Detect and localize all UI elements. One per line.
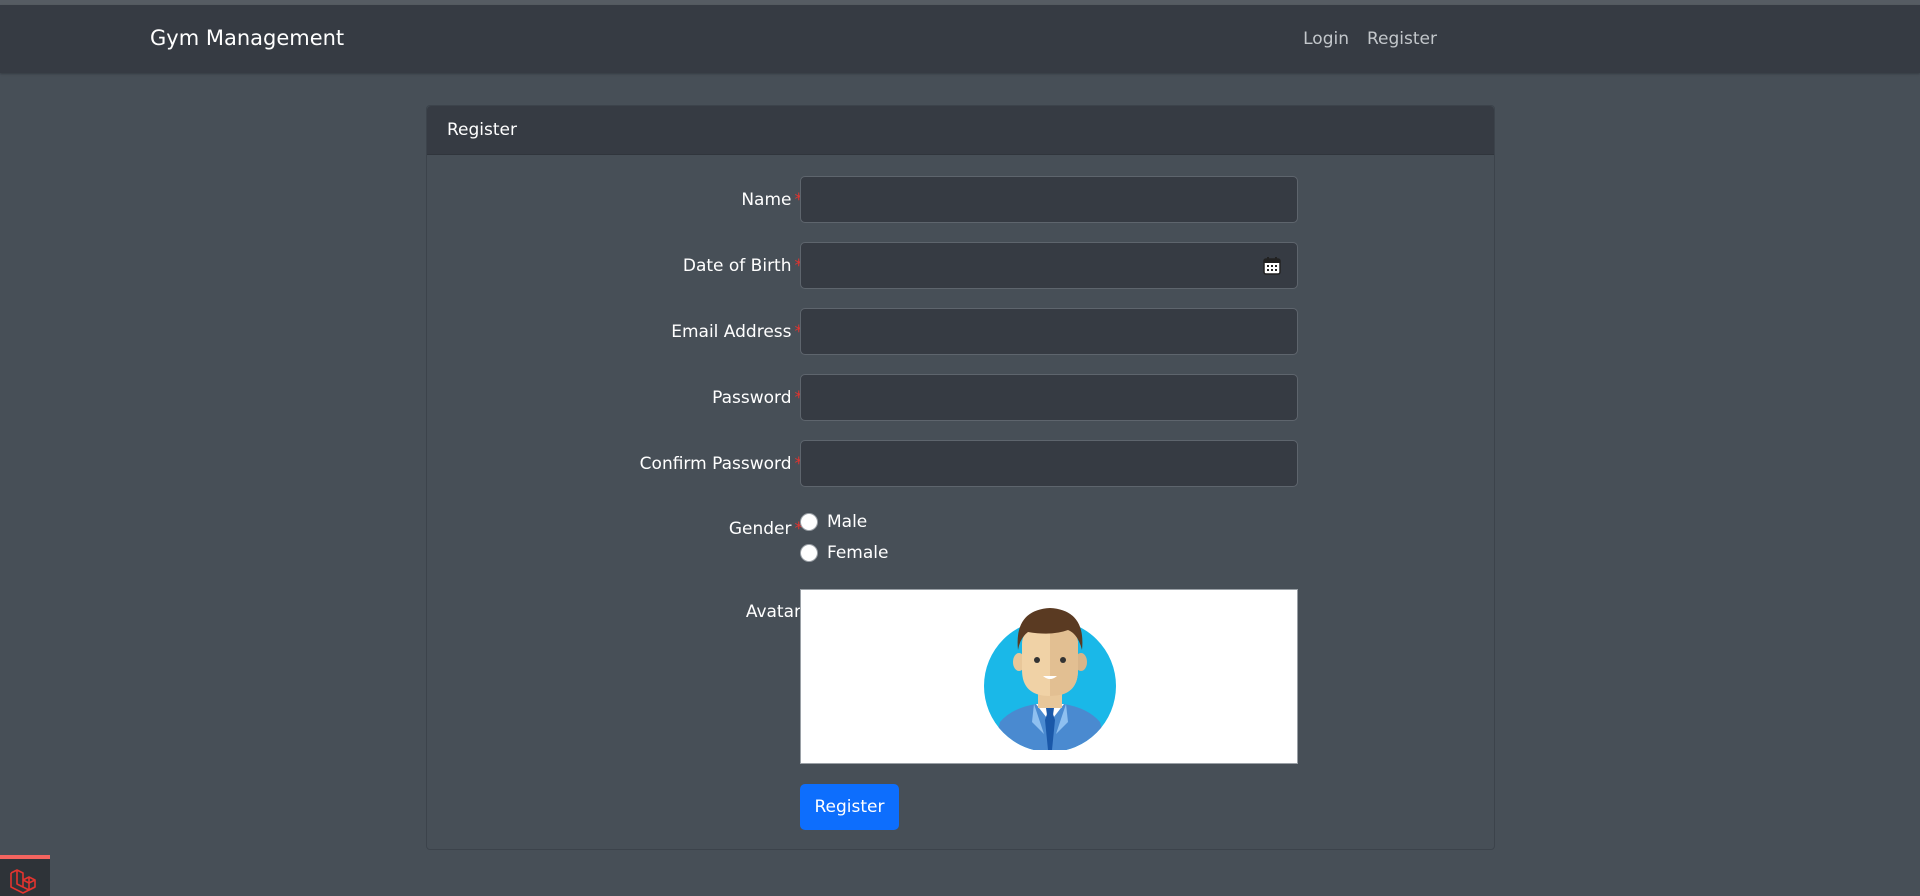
radio-male[interactable] bbox=[800, 513, 818, 531]
nav-link-register[interactable]: Register bbox=[1367, 28, 1437, 50]
radio-female-label: Female bbox=[827, 543, 889, 563]
avatar-image bbox=[984, 608, 1116, 750]
password-label: Password * bbox=[712, 388, 803, 408]
dob-label: Date of Birth * bbox=[682, 256, 803, 276]
email-label: Email Address * bbox=[671, 322, 803, 342]
laravel-logo-icon bbox=[10, 869, 36, 894]
avatar-upload[interactable] bbox=[800, 589, 1298, 764]
register-button[interactable]: Register bbox=[800, 784, 899, 830]
gender-label: Gender * bbox=[728, 519, 803, 539]
name-label: Name * bbox=[741, 190, 803, 210]
register-card: Register Name * Date of Birth * Email Addr… bbox=[426, 105, 1495, 850]
confirm-password-label: Confirm Password * bbox=[639, 454, 803, 474]
email-input[interactable] bbox=[800, 308, 1298, 355]
radio-female[interactable] bbox=[800, 544, 818, 562]
debugbar-toggle[interactable] bbox=[0, 855, 50, 896]
password-input[interactable] bbox=[800, 374, 1298, 421]
avatar-label: Avatar bbox=[745, 602, 801, 622]
confirm-password-input[interactable] bbox=[800, 440, 1298, 487]
navbar-links: Login Register bbox=[1303, 28, 1437, 50]
card-header: Register bbox=[427, 106, 1494, 155]
nav-link-login[interactable]: Login bbox=[1303, 28, 1349, 50]
calendar-icon[interactable] bbox=[1263, 256, 1281, 275]
dob-input[interactable] bbox=[800, 242, 1298, 289]
gender-option-female[interactable]: Female bbox=[800, 542, 888, 564]
navbar: Gym Management Login Register bbox=[0, 5, 1920, 73]
name-input[interactable] bbox=[800, 176, 1298, 223]
navbar-brand[interactable]: Gym Management bbox=[150, 25, 344, 51]
gender-option-male[interactable]: Male bbox=[800, 511, 867, 533]
radio-male-label: Male bbox=[827, 512, 868, 532]
